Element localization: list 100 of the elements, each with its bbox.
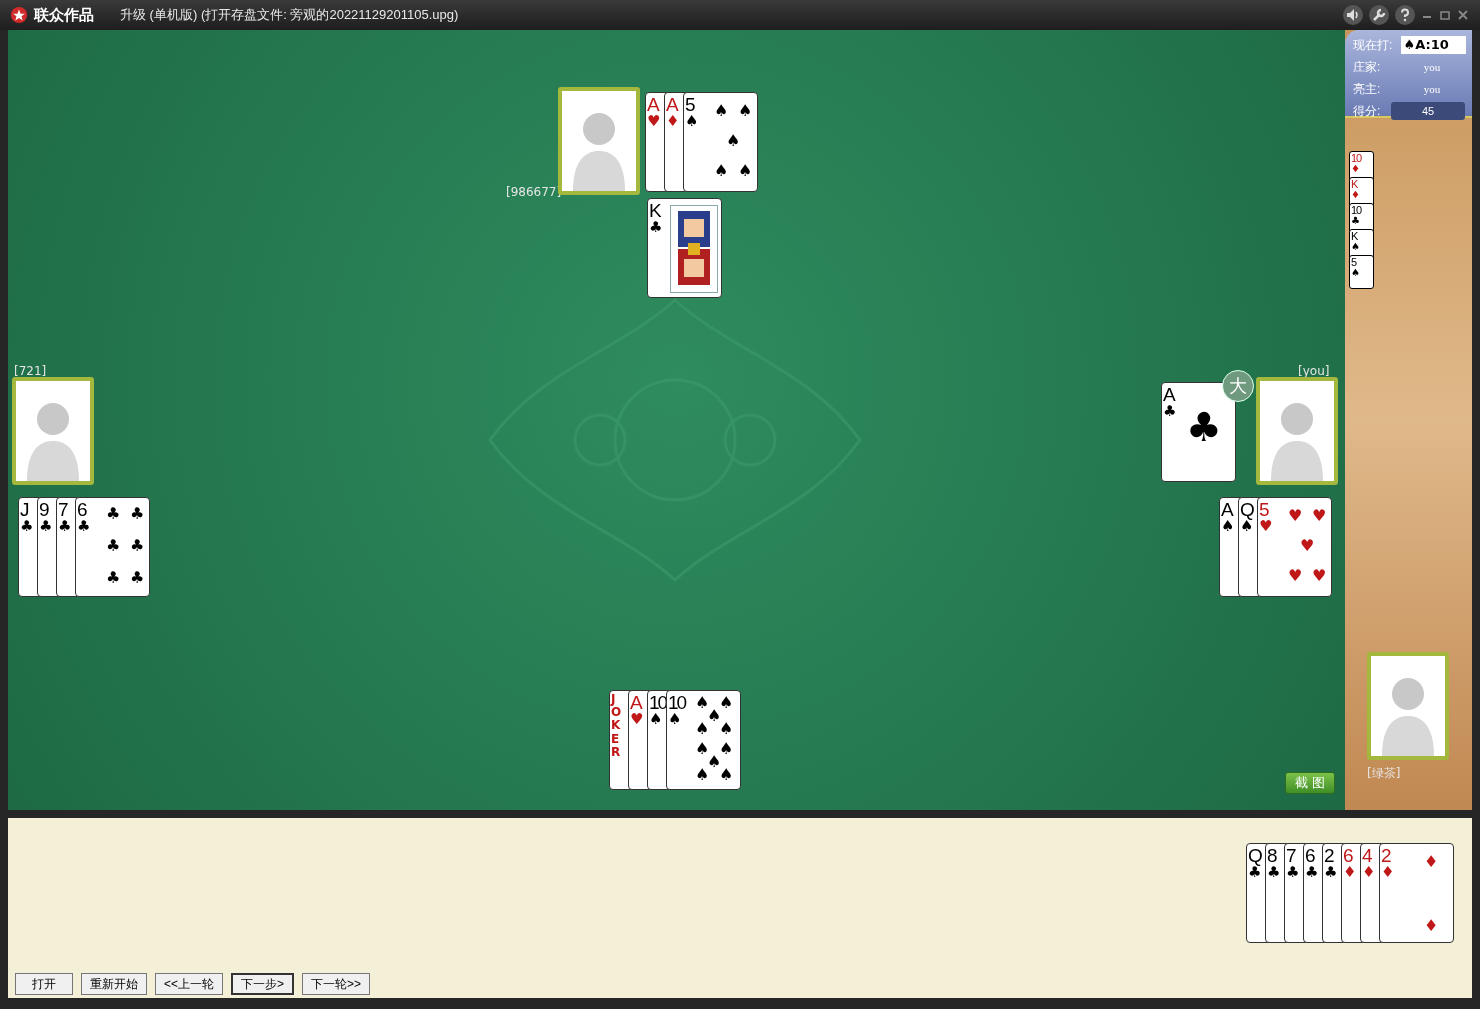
suit-pip: ♦ (1424, 918, 1439, 934)
player-name: [you] (1298, 363, 1330, 380)
card-suit: ♣ (649, 220, 663, 235)
suit-pip: ♠ (695, 767, 710, 783)
card-rank: 2 (1381, 846, 1390, 865)
card-suit: ♣ (77, 519, 91, 534)
suit-pip: ♥ (1312, 508, 1327, 524)
suit-pip: ♠ (738, 163, 753, 179)
player-name: [绿茶] (1367, 765, 1401, 782)
suit-pip: ♠ (719, 721, 734, 737)
card-rank: 2 (1324, 846, 1333, 865)
card-rank: JOKER (611, 693, 623, 759)
wrench-icon[interactable] (1368, 4, 1390, 26)
restore-icon[interactable] (1438, 8, 1452, 22)
card-suit: ♣ (39, 519, 53, 534)
card-rank: K (649, 201, 660, 220)
card-suit: ♠ (1240, 519, 1254, 534)
card-suit: ♣ (1267, 865, 1281, 880)
suit-pip: ♣ (1186, 407, 1222, 447)
suit-pip: ♠ (707, 708, 722, 724)
card-rank: 6 (1343, 846, 1352, 865)
card-suit: ♠ (1221, 519, 1235, 534)
suit-pip: ♥ (1288, 568, 1303, 584)
card-rank: 10 (1351, 153, 1362, 164)
card-rank: 5 (685, 95, 694, 114)
trump-field: ♠A:10 (1400, 36, 1466, 54)
suit-pip: ♣ (106, 506, 121, 522)
card-rank: A (1163, 385, 1174, 404)
suit-pip: ♣ (106, 538, 121, 554)
card-suit: ♠ (1351, 242, 1360, 252)
card-suit: ♣ (1286, 865, 1300, 880)
card-rank: Q (1240, 500, 1253, 519)
card-suit: ♥ (647, 114, 661, 129)
card-rank: 10 (1351, 205, 1362, 216)
toolbar-button[interactable]: 下一轮>> (302, 973, 371, 995)
card-suit: ♠ (1351, 268, 1360, 278)
card-rank: 9 (39, 500, 48, 519)
suit-pip: ♥ (1300, 538, 1315, 554)
toolbar-button[interactable]: 重新开始 (81, 973, 147, 995)
card-rank: 6 (1305, 846, 1314, 865)
suit-pip: ♣ (130, 506, 145, 522)
player-name: [721] (14, 363, 47, 380)
card-suit: ♦ (1351, 164, 1360, 174)
suit-pip: ♠ (714, 103, 729, 119)
declarer-label: 亮主: (1353, 81, 1382, 98)
card-rank: A (666, 95, 677, 114)
suit-pip: ♥ (1288, 508, 1303, 524)
window-title: 升级 (单机版) (打开存盘文件: 旁观的20221129201105.upg) (120, 6, 459, 25)
card-rank: J (20, 500, 28, 519)
score-field: 45 (1391, 102, 1465, 120)
suit-pip: ♠ (695, 721, 710, 737)
suit-pip: ♠ (719, 767, 734, 783)
suit-pip: ♠ (695, 741, 710, 757)
card-rank: 8 (1267, 846, 1276, 865)
suit-pip: ♠ (738, 103, 753, 119)
suit-pip: ♠ (719, 695, 734, 711)
score-label: 得分: (1353, 103, 1382, 120)
dealer-label: 庄家: (1353, 59, 1382, 76)
card-rank: 6 (77, 500, 86, 519)
card-rank: 7 (1286, 846, 1295, 865)
suit-pip: ♠ (714, 163, 729, 179)
dealer-value: you (1422, 59, 1442, 75)
suit-pip: ♠ (719, 741, 734, 757)
card-suit: ♦ (1343, 865, 1357, 880)
card-suit: ♥ (630, 712, 644, 727)
app-name: 联众作品 (34, 4, 94, 25)
card-rank: K (1351, 231, 1358, 242)
card-suit: ♠ (685, 114, 699, 129)
toolbar-button[interactable]: 下一步> (231, 973, 295, 995)
card-suit: ♣ (1248, 865, 1262, 880)
card-rank: Q (1248, 846, 1261, 865)
toolbar-button[interactable]: 打开 (15, 973, 73, 995)
card-suit: ♣ (20, 519, 34, 534)
card-suit: ♦ (1381, 865, 1395, 880)
suit-pip: ♠ (726, 133, 741, 149)
suit-pip: ♥ (1312, 568, 1327, 584)
card-suit: ♣ (1351, 216, 1360, 226)
suit-pip: ♣ (106, 570, 121, 586)
toolbar-button[interactable]: <<上一轮 (155, 973, 223, 995)
suit-pip: ♣ (130, 538, 145, 554)
card-rank: A (630, 693, 641, 712)
card-rank: A (647, 95, 658, 114)
card-rank: A (1221, 500, 1232, 519)
speaker-icon[interactable] (1342, 4, 1364, 26)
card-suit: ♥ (1259, 519, 1273, 534)
card-rank: K (1351, 179, 1358, 190)
star-logo-icon (10, 6, 28, 24)
close-icon[interactable] (1456, 8, 1470, 22)
suit-pip: ♠ (707, 754, 722, 770)
card-suit: ♣ (1305, 865, 1319, 880)
suit-pip: ♦ (1424, 854, 1439, 870)
card-suit: ♦ (666, 114, 680, 129)
suit-pip: ♠ (695, 695, 710, 711)
card-suit: ♣ (1163, 404, 1177, 419)
suit-pip: ♣ (130, 570, 145, 586)
help-icon[interactable] (1394, 4, 1416, 26)
card-rank: 10 (668, 693, 686, 712)
card-suit: ♣ (1324, 865, 1338, 880)
card-rank: 5 (1351, 257, 1357, 268)
declarer-value: you (1422, 81, 1442, 97)
